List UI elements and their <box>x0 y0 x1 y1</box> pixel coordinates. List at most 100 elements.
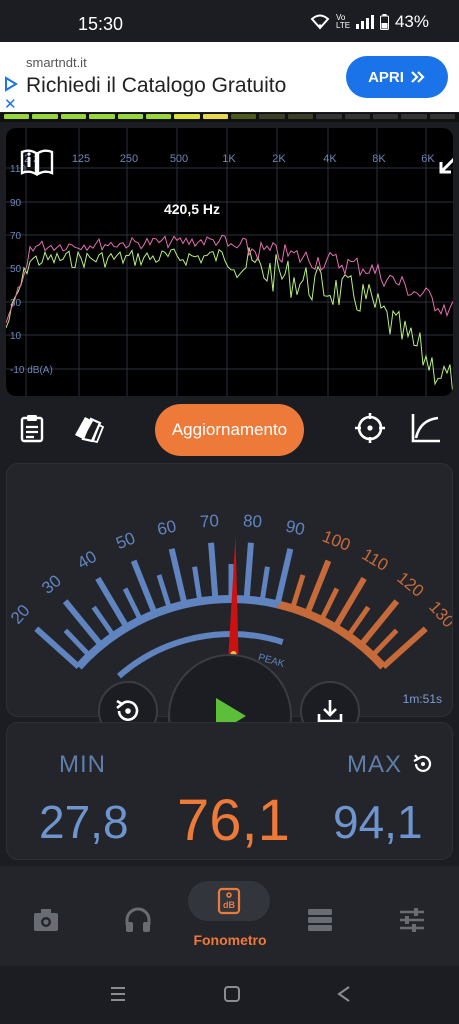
recent-apps-icon[interactable] <box>108 984 128 1009</box>
double-chevron-right-icon <box>411 71 425 83</box>
clock: 15:30 <box>78 14 124 34</box>
gauge-tick <box>274 548 294 606</box>
spectrum-plot: 2 z 125 250 500 1K 2K 4K 8K 6K1109070503010-10 d… <box>6 128 453 396</box>
spectrum-x-tick: 2K <box>272 153 286 165</box>
level-segment <box>89 114 115 119</box>
toolbar: Aggiornamento <box>0 400 459 460</box>
spectrum-peak-label: 420,5 Hz <box>164 201 220 217</box>
download-icon <box>317 700 343 723</box>
ad-close-icon[interactable]: ✕ <box>4 95 17 113</box>
status-icons: Vo LTE 43% <box>310 12 429 32</box>
ad-open-button[interactable]: APRI <box>346 56 448 98</box>
volte-label: Vo LTE <box>335 13 351 30</box>
db-meter-icon: dB <box>217 887 241 915</box>
camera-icon <box>34 909 58 931</box>
gauge-scale-label: 110 <box>359 545 392 575</box>
gauge-tick <box>243 542 254 600</box>
app-root: 15:30 Vo LTE 43% ✕ smartndt.it Richiedi … <box>0 0 459 1024</box>
gauge-tick <box>130 559 158 615</box>
bottom-navigation: dB Fonometro <box>0 866 459 966</box>
ad-domain: smartndt.it <box>26 55 87 70</box>
spectrum-x-tick: 250 <box>120 153 138 165</box>
level-segment <box>316 114 342 119</box>
ad-open-label: APRI <box>368 68 404 86</box>
level-segment <box>372 114 399 119</box>
level-segment <box>60 114 87 119</box>
level-segment <box>287 114 314 119</box>
level-segment <box>429 114 455 119</box>
level-segment <box>202 114 228 119</box>
gauge-tick <box>168 548 188 606</box>
spectrum-x-tick: 4K <box>323 153 337 165</box>
max-value: 94,1 <box>333 796 423 848</box>
gauge-scale-label: 40 <box>74 547 100 573</box>
current-value: 76,1 <box>177 788 290 853</box>
sliders-icon <box>400 908 424 932</box>
readouts-panel: MIN MAX 27,8 76,1 94,1 <box>6 722 453 860</box>
update-button[interactable]: Aggiornamento <box>155 404 304 456</box>
gauge-scale-label: 30 <box>38 571 65 598</box>
spectrum-y-tick: 10 <box>10 331 22 342</box>
level-segment <box>117 114 143 119</box>
gauge-scale-label: 70 <box>199 511 219 531</box>
min-label: MIN <box>59 751 106 778</box>
ad-headline[interactable]: Richiedi il Catalogo Gratuito <box>26 74 286 98</box>
curve-graph-icon[interactable] <box>408 410 444 446</box>
nav-fonometro[interactable]: dB <box>188 881 270 921</box>
min-value: 27,8 <box>39 796 129 848</box>
signal-icon <box>355 15 374 29</box>
home-icon[interactable] <box>222 984 242 1009</box>
gauge-tick <box>208 542 219 600</box>
nav-fonometro-label[interactable]: Fonometro <box>170 932 290 948</box>
nav-server[interactable] <box>290 890 350 950</box>
status-bar: 15:30 Vo LTE 43% <box>0 0 459 42</box>
svg-text:dB: dB <box>223 900 235 910</box>
nav-camera[interactable] <box>16 890 76 950</box>
spectrum-x-tick: 8K <box>372 153 386 165</box>
gauge-scale-label: 20 <box>7 601 34 628</box>
spectrum-y-tick: 50 <box>10 264 22 275</box>
level-segment <box>32 114 58 119</box>
battery-percent: 43% <box>394 12 429 31</box>
spectrum-x-tick: 125 <box>72 153 90 165</box>
gauge-tick <box>122 587 143 622</box>
elapsed-time: 1m:51s <box>402 692 442 706</box>
crosshair-icon[interactable] <box>352 410 388 446</box>
spectrum-x-tick: 500 <box>170 153 188 165</box>
gauge-scale-label: 80 <box>242 511 262 531</box>
spectrum-analyzer[interactable]: 2 z 125 250 500 1K 2K 4K 8K 6K 110 90 70 50 30 10 -10 d… <box>6 128 453 396</box>
gauge-scale-label: 100 <box>320 527 353 555</box>
reset-small-icon[interactable] <box>412 753 434 780</box>
spectrum-live-series <box>6 247 453 396</box>
gauge-tick <box>346 605 371 638</box>
gauge-tick <box>63 628 92 658</box>
nav-headphones[interactable] <box>108 890 168 950</box>
wifi-icon <box>310 14 330 30</box>
clipboard-icon[interactable] <box>14 410 50 446</box>
headphones-icon <box>125 907 151 932</box>
gauge-tick <box>156 574 172 610</box>
gauge-tick <box>304 559 332 615</box>
gauge-tick <box>192 566 203 602</box>
back-icon[interactable] <box>334 984 354 1009</box>
level-segment <box>145 114 172 119</box>
spectrum-y-tick: 70 <box>10 231 22 242</box>
gauge-scale-label: 120 <box>393 568 427 601</box>
max-label: MAX <box>347 751 403 778</box>
nav-settings[interactable] <box>382 890 442 950</box>
gauge-scale-label: 90 <box>284 516 307 539</box>
battery-icon <box>379 14 389 30</box>
server-stack-icon <box>308 909 332 931</box>
gauge-tick <box>319 587 340 622</box>
level-meter-strip <box>0 113 459 122</box>
spectrum-x-tick: 1K <box>222 153 236 165</box>
gauge-scale-label: 60 <box>155 516 178 539</box>
gauge-scale-label: 50 <box>113 528 138 553</box>
cards-stack-icon[interactable] <box>70 410 106 446</box>
gauge-tick <box>91 605 116 638</box>
gauge-tick <box>290 574 306 610</box>
adchoices-icon[interactable] <box>4 76 18 97</box>
ad-banner[interactable]: ✕ smartndt.it Richiedi il Catalogo Gratu… <box>0 42 459 113</box>
level-segment <box>4 114 30 119</box>
level-segment <box>401 114 427 119</box>
